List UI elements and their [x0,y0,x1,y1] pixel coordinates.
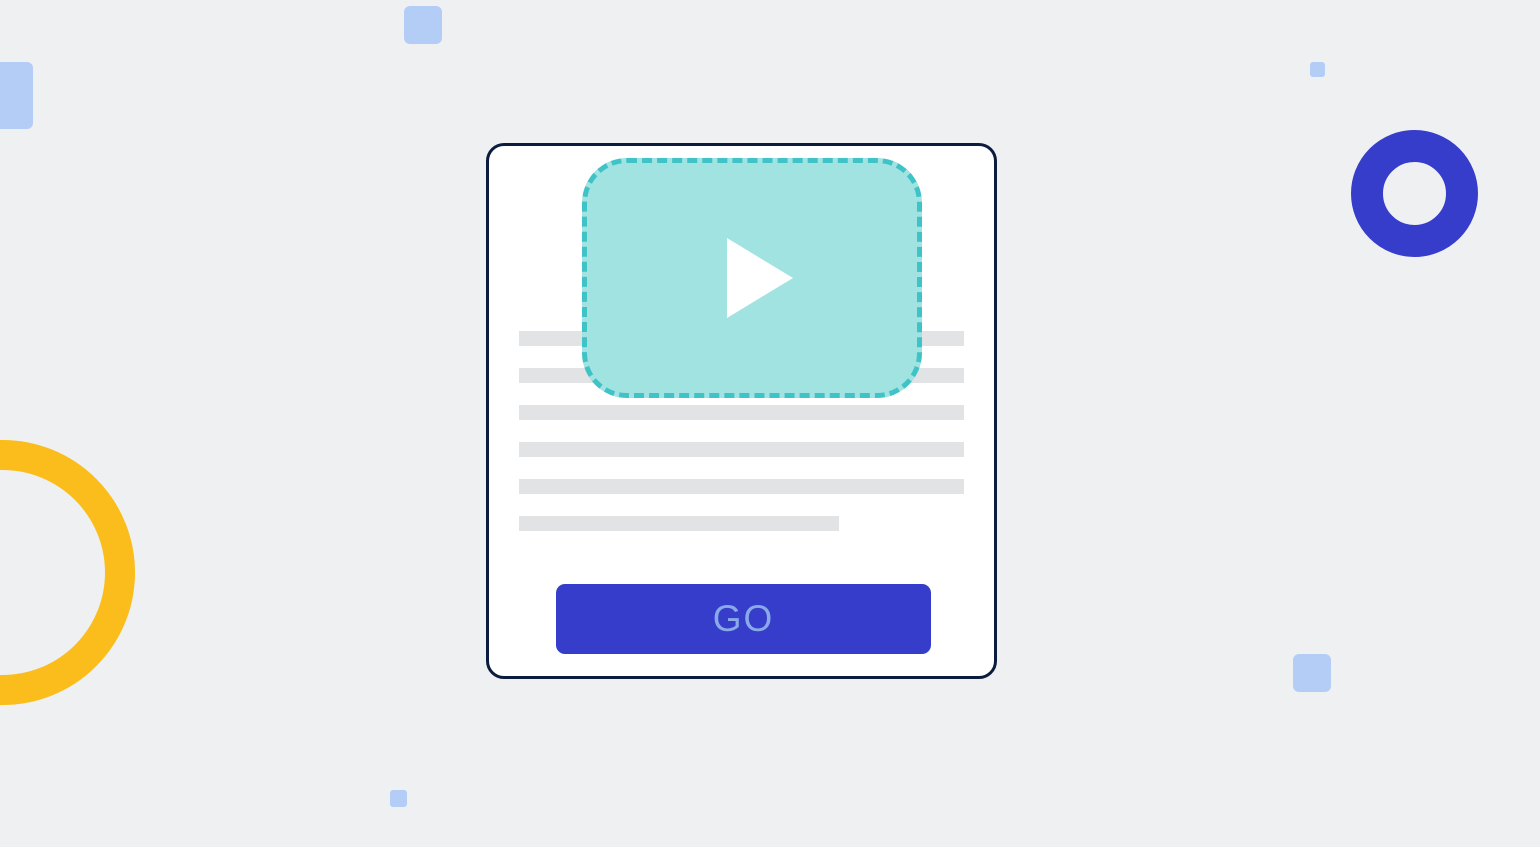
go-button[interactable]: GO [556,584,931,654]
deco-ring-blue [1351,130,1478,257]
text-line [519,479,964,494]
deco-ring-yellow [0,440,135,705]
text-line [519,405,964,420]
deco-square [1293,654,1331,692]
text-line [519,442,964,457]
deco-square [390,790,407,807]
content-card: GO [486,143,997,679]
deco-square [1310,62,1325,77]
text-line [519,516,839,531]
video-placeholder[interactable] [582,158,922,398]
go-button-label: GO [713,598,775,640]
deco-square [404,6,442,44]
deco-square [0,62,33,129]
play-icon [727,238,793,318]
